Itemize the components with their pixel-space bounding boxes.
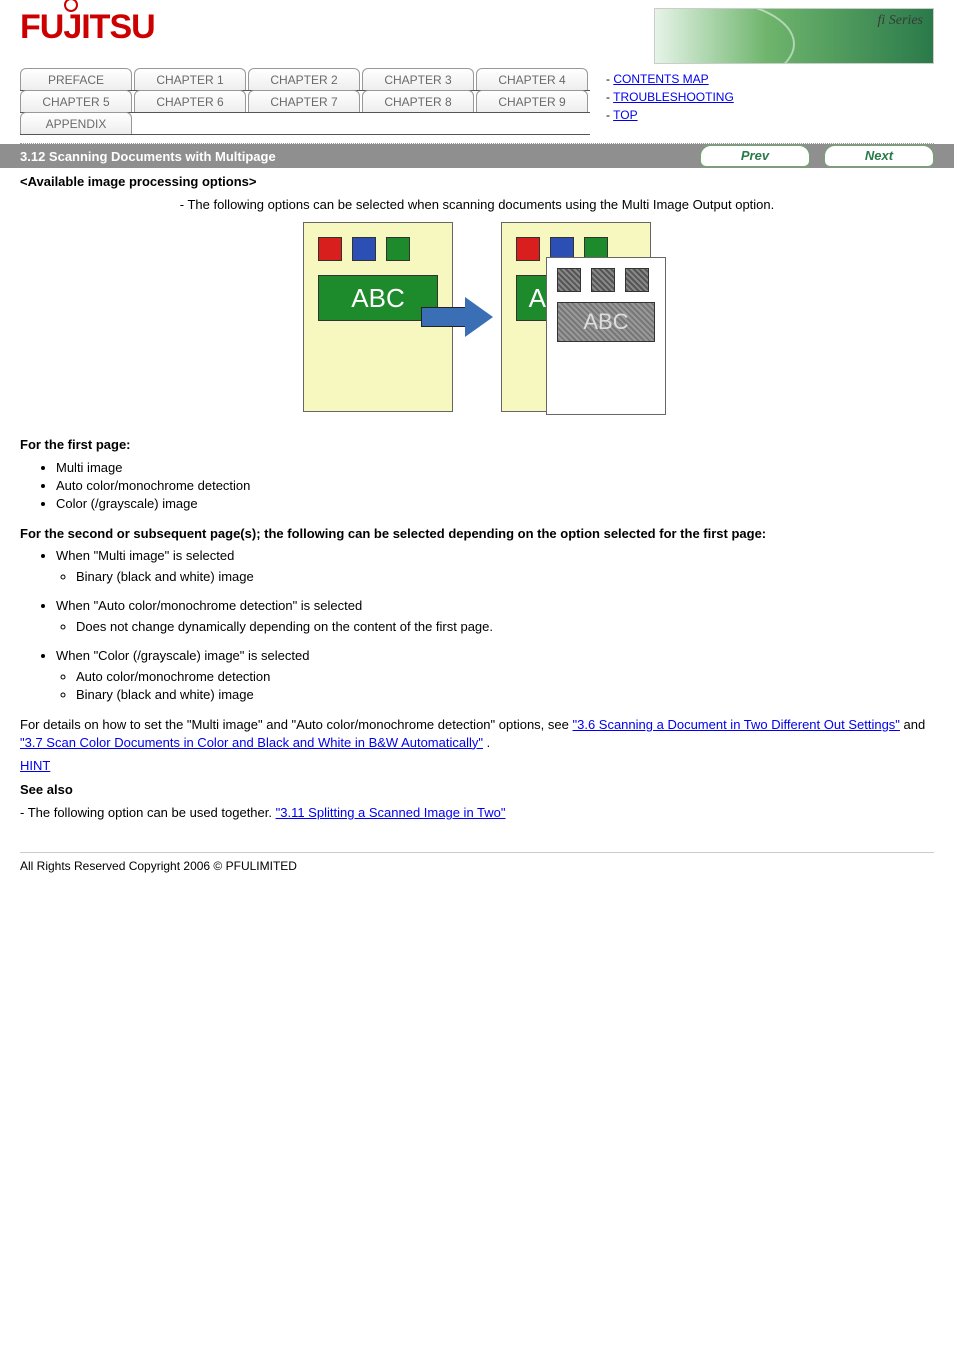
list-item: Auto color/monochrome detection	[76, 669, 934, 684]
series-banner: fi Series	[654, 8, 934, 64]
chapter-tabs: PREFACE CHAPTER 1 CHAPTER 2 CHAPTER 3 CH…	[20, 68, 590, 135]
link-section-3-11[interactable]: "3.11 Splitting a Scanned Image in Two"	[276, 805, 506, 820]
series-label: fi Series	[878, 13, 924, 29]
green-chip-icon	[386, 237, 410, 261]
list-item: Binary (black and white) image	[76, 687, 934, 702]
see-also-links: - The following option can be used toget…	[20, 804, 934, 822]
red-chip-icon	[318, 237, 342, 261]
hint-label: HINT	[20, 757, 934, 775]
link-troubleshooting[interactable]: TROUBLESHOOTING	[613, 90, 734, 104]
tab-chapter-5[interactable]: CHAPTER 5	[20, 90, 132, 112]
side-links: - CONTENTS MAP - TROUBLESHOOTING - TOP	[606, 68, 934, 135]
multi-image-figure: ABC AB ABC	[20, 222, 934, 412]
list-item: When "Color (/grayscale) image" is selec…	[56, 648, 934, 702]
link-contents-map[interactable]: CONTENTS MAP	[613, 72, 708, 86]
tab-chapter-1[interactable]: CHAPTER 1	[134, 68, 246, 90]
next-button[interactable]: Next	[824, 145, 934, 167]
tab-chapter-6[interactable]: CHAPTER 6	[134, 90, 246, 112]
mono-chip-icon	[625, 268, 649, 292]
tab-chapter-3[interactable]: CHAPTER 3	[362, 68, 474, 90]
figure-output-doc-color: AB ABC	[501, 222, 651, 412]
tab-chapter-9[interactable]: CHAPTER 9	[476, 90, 588, 112]
subsection-title: <Available image processing options>	[20, 174, 934, 189]
list-item: Does not change dynamically depending on…	[76, 619, 934, 634]
red-chip-icon	[516, 237, 540, 261]
link-top[interactable]: TOP	[613, 108, 637, 122]
section-title: 3.12 Scanning Documents with Multipage	[20, 149, 276, 164]
prev-button[interactable]: Prev	[700, 145, 810, 167]
link-hint[interactable]: HINT	[20, 758, 50, 773]
link-section-3-7[interactable]: "3.7 Scan Color Documents in Color and B…	[20, 735, 483, 750]
section-header-bar: 3.12 Scanning Documents with Multipage P…	[0, 144, 954, 168]
first-page-options: Multi image Auto color/monochrome detect…	[56, 460, 934, 511]
abc-label-mono: ABC	[557, 302, 655, 342]
see-also-heading: See also	[20, 781, 934, 799]
first-page-heading: For the first page:	[20, 436, 934, 454]
blue-chip-icon	[352, 237, 376, 261]
hint-paragraph: For details on how to set the "Multi ima…	[20, 716, 934, 751]
list-item: Multi image	[56, 460, 934, 475]
tab-chapter-7[interactable]: CHAPTER 7	[248, 90, 360, 112]
mono-chip-icon	[557, 268, 581, 292]
list-item: Color (/grayscale) image	[56, 496, 934, 511]
list-item: When "Multi image" is selected Binary (b…	[56, 548, 934, 584]
tab-chapter-4[interactable]: CHAPTER 4	[476, 68, 588, 90]
tab-appendix[interactable]: APPENDIX	[20, 112, 132, 134]
second-page-heading: For the second or subsequent page(s); th…	[20, 525, 934, 543]
footer-separator	[20, 852, 934, 853]
figure-output-doc-bw: ABC	[546, 257, 666, 415]
mono-chip-icon	[591, 268, 615, 292]
tab-chapter-8[interactable]: CHAPTER 8	[362, 90, 474, 112]
list-item: Auto color/monochrome detection	[56, 478, 934, 493]
list-item: When "Auto color/monochrome detection" i…	[56, 598, 934, 634]
brand-logo: FUJITSU	[20, 8, 155, 47]
tab-chapter-2[interactable]: CHAPTER 2	[248, 68, 360, 90]
second-page-options: When "Multi image" is selected Binary (b…	[56, 548, 934, 702]
color-chip-row	[318, 237, 438, 261]
list-item: Binary (black and white) image	[76, 569, 934, 584]
tab-preface[interactable]: PREFACE	[20, 68, 132, 90]
copyright-text: All Rights Reserved Copyright 2006 © PFU…	[0, 859, 954, 893]
link-section-3-6[interactable]: "3.6 Scanning a Document in Two Differen…	[572, 717, 899, 732]
figure-caption: - The following options can be selected …	[20, 197, 934, 212]
mono-chip-row	[557, 268, 655, 292]
brand-logo-text: FUJITSU	[20, 8, 155, 47]
banner-swoosh-icon	[654, 8, 795, 64]
abc-label: ABC	[318, 275, 438, 321]
